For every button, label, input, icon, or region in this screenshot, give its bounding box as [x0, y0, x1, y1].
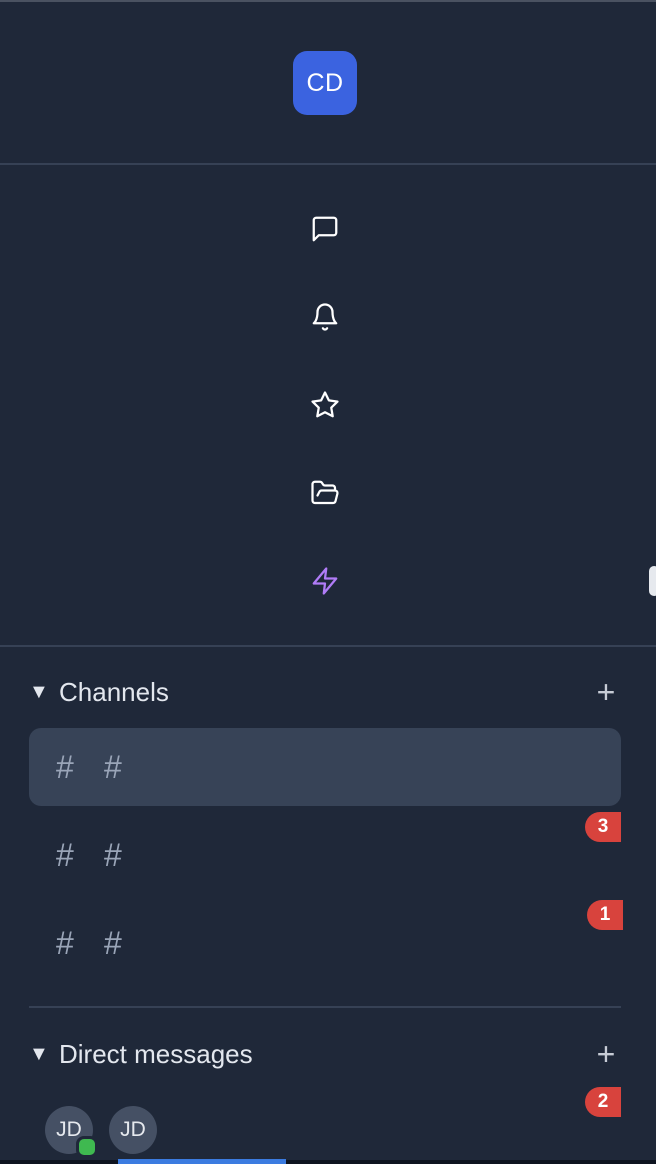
bell-icon: [312, 303, 338, 331]
unread-badge: 1: [587, 900, 623, 930]
nav-messages[interactable]: [305, 209, 345, 249]
channel-icon: #: [104, 837, 122, 873]
scrollbar-thumb[interactable]: [118, 1159, 286, 1164]
channel-icon: #: [104, 749, 122, 785]
add-channel-button[interactable]: +: [591, 674, 621, 710]
collapse-caret-icon[interactable]: ▼: [29, 681, 59, 704]
unread-badge: 2: [585, 1087, 621, 1117]
hash-icon: #: [56, 837, 74, 873]
hash-icon: #: [56, 749, 74, 785]
divider: [0, 645, 656, 647]
channel-item[interactable]: # #: [29, 728, 621, 806]
workspace-header: CD: [0, 2, 656, 164]
hash-icon: #: [56, 925, 74, 961]
star-icon: [311, 391, 339, 418]
nav-files[interactable]: [305, 473, 345, 513]
message-square-icon: [312, 216, 338, 242]
divider: [0, 163, 656, 165]
collapse-caret-icon[interactable]: ▼: [29, 1043, 59, 1066]
nav-notifications[interactable]: [305, 297, 345, 337]
unread-badge: 3: [585, 812, 621, 842]
channel-icon: #: [104, 925, 122, 961]
horizontal-scrollbar: [0, 1160, 656, 1164]
sidebar: CD ▼ Channels + # # # # 3 # # 1 ▼ Direct…: [0, 0, 656, 1164]
workspace-avatar[interactable]: CD: [293, 51, 357, 115]
channel-item[interactable]: # #: [29, 904, 621, 982]
channels-section-header: ▼ Channels +: [29, 672, 621, 712]
add-dm-button[interactable]: +: [591, 1036, 621, 1072]
zap-icon: [312, 567, 338, 595]
online-status-icon: [76, 1136, 98, 1158]
channels-title[interactable]: Channels: [59, 677, 591, 708]
dm-title[interactable]: Direct messages: [59, 1039, 591, 1070]
nav-automations[interactable]: [305, 561, 345, 601]
dm-section-header: ▼ Direct messages +: [29, 1034, 621, 1074]
avatar[interactable]: JD: [109, 1106, 157, 1154]
channel-item[interactable]: # #: [29, 816, 621, 894]
nav-starred[interactable]: [305, 385, 345, 425]
resize-handle[interactable]: [649, 566, 656, 596]
divider: [29, 1006, 621, 1008]
folder-open-icon: [311, 480, 339, 505]
